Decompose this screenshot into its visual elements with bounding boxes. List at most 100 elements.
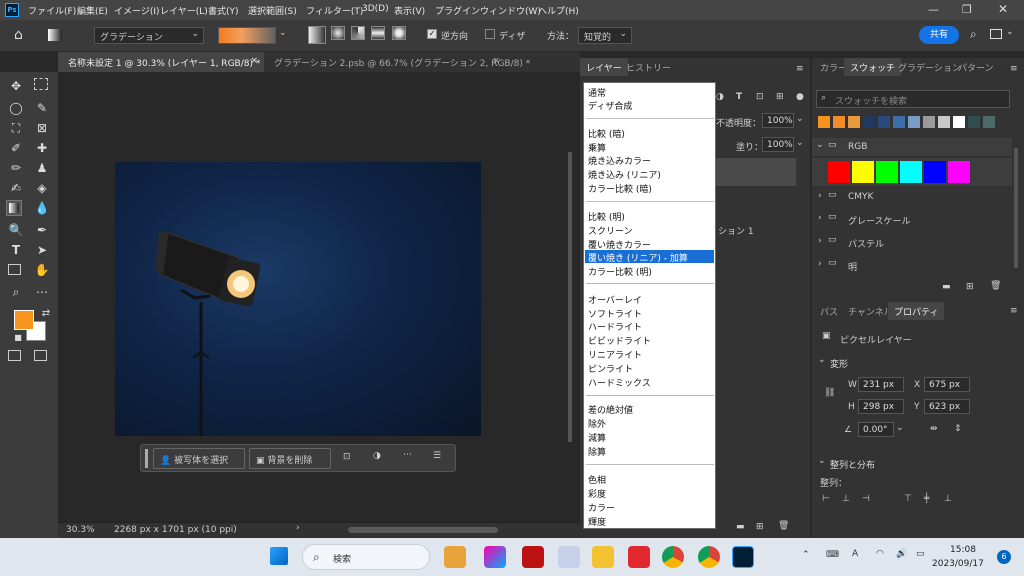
opacity-field[interactable]: 100%: [762, 113, 794, 128]
chrome-icon[interactable]: [662, 546, 684, 568]
workspace-chevron-icon[interactable]: ⌄: [1006, 27, 1014, 37]
tray-chevron-icon[interactable]: ⌃: [802, 550, 810, 560]
menu-filter[interactable]: フィルター(T): [306, 4, 363, 17]
notification-badge[interactable]: 6: [997, 550, 1011, 564]
y-field[interactable]: 623 px: [924, 399, 970, 414]
rgb-swatch[interactable]: [828, 161, 850, 183]
vertical-scrollbar[interactable]: [568, 152, 572, 442]
menu-view[interactable]: 表示(V): [394, 4, 425, 17]
menu-help[interactable]: ヘルプ(H): [538, 4, 579, 17]
healing-brush-tool-icon[interactable]: ✚: [34, 140, 50, 156]
creative-cloud-icon[interactable]: [628, 546, 650, 568]
swatch-group-pastel[interactable]: › ▭ パステル: [812, 233, 1012, 251]
filter-shape-icon[interactable]: ⊡: [756, 92, 764, 102]
align-top-icon[interactable]: ⊤: [904, 494, 912, 504]
swatch-group-cmyk[interactable]: › ▭ CMYK: [812, 188, 1012, 206]
link-icon[interactable]: ⛓: [824, 388, 835, 398]
search-icon[interactable]: ⌕: [970, 27, 977, 42]
align-middle-icon[interactable]: ╪: [924, 494, 929, 504]
settings-icon[interactable]: ☰: [433, 451, 441, 461]
blend-mode-item[interactable]: 比較 (明): [588, 210, 625, 223]
filter-smart-icon[interactable]: ⊞: [776, 92, 784, 102]
chevron-down-icon[interactable]: ⌄: [818, 456, 826, 466]
recent-swatch[interactable]: [833, 116, 845, 128]
close-icon[interactable]: ✕: [998, 2, 1008, 16]
close-icon[interactable]: ×: [250, 56, 258, 66]
layer-row-selected[interactable]: [716, 158, 796, 186]
rgb-swatch[interactable]: [876, 161, 898, 183]
gradient-preview[interactable]: [218, 27, 276, 44]
blend-mode-item[interactable]: 除算: [588, 445, 606, 458]
document-canvas[interactable]: [115, 162, 481, 436]
filter-adjust-icon[interactable]: ◑: [716, 92, 724, 102]
rgb-swatch[interactable]: [924, 161, 946, 183]
app-icon[interactable]: [558, 546, 580, 568]
chevron-down-icon[interactable]: ⌄: [818, 355, 826, 365]
quick-mask-icon[interactable]: [8, 350, 21, 361]
new-group-icon[interactable]: ▬: [736, 522, 745, 532]
layer-row[interactable]: ション 1: [716, 216, 796, 244]
select-subject-button[interactable]: 👤 被写体を選択: [153, 448, 245, 469]
x-field[interactable]: 675 px: [924, 377, 970, 392]
more-options-icon[interactable]: ⋯: [403, 450, 412, 460]
blend-mode-item[interactable]: スクリーン: [588, 224, 633, 237]
blend-mode-item[interactable]: 比較 (暗): [588, 127, 625, 140]
blur-tool-icon[interactable]: 💧: [34, 200, 50, 216]
move-tool-icon[interactable]: ✥: [8, 78, 24, 94]
swap-colors-icon[interactable]: ⇄: [38, 306, 54, 322]
blend-mode-item[interactable]: 除外: [588, 417, 606, 430]
crop-tool-icon[interactable]: ⛶: [8, 120, 24, 136]
menu-select[interactable]: 選択範囲(S): [248, 4, 297, 17]
align-center-icon[interactable]: ⊥: [842, 494, 850, 504]
filter-toggle-icon[interactable]: ●: [796, 92, 804, 102]
workspace-icon[interactable]: [990, 29, 1002, 39]
angle-gradient-icon[interactable]: [351, 26, 365, 40]
panel-menu-icon[interactable]: ≡: [796, 64, 804, 74]
wifi-icon[interactable]: ◠: [876, 549, 884, 559]
gradient-type-select[interactable]: グラデーション ⌄: [94, 27, 204, 44]
layer-row[interactable]: [716, 246, 796, 274]
rgb-swatch[interactable]: [948, 161, 970, 183]
align-bottom-icon[interactable]: ⊥: [944, 494, 952, 504]
fill-field[interactable]: 100%: [762, 137, 794, 152]
chevron-down-icon[interactable]: ⌄: [796, 138, 804, 148]
tab-untitled-1[interactable]: 名称未設定 1 @ 30.3% (レイヤー 1, RGB/8) * ×: [58, 52, 264, 72]
blend-mode-item[interactable]: カラー: [588, 501, 615, 514]
new-group-icon[interactable]: ▬: [942, 282, 951, 292]
frame-tool-icon[interactable]: ⊠: [34, 120, 50, 136]
keyboard-icon[interactable]: ⌨: [826, 550, 839, 560]
recent-swatch[interactable]: [878, 116, 890, 128]
stamp-tool-icon[interactable]: ♟: [34, 160, 50, 176]
file-explorer-icon[interactable]: [592, 546, 614, 568]
default-colors-icon[interactable]: ■: [10, 330, 26, 346]
tab-patterns[interactable]: パターン: [952, 58, 1000, 76]
dodge-tool-icon[interactable]: 🔍: [8, 222, 24, 238]
volume-icon[interactable]: 🔊: [896, 549, 907, 559]
layer-row[interactable]: [716, 188, 796, 216]
clock-date[interactable]: 2023/09/17: [932, 559, 984, 569]
share-button[interactable]: 共有: [919, 26, 959, 44]
status-chevron-icon[interactable]: ›: [296, 523, 300, 533]
photoshop-taskbar-icon[interactable]: [732, 546, 754, 568]
chevron-down-icon[interactable]: ⌄: [796, 114, 804, 124]
foreground-color-swatch[interactable]: [14, 310, 34, 330]
blend-mode-item[interactable]: 輝度: [588, 515, 606, 528]
path-select-tool-icon[interactable]: ➤: [34, 242, 50, 258]
drag-handle[interactable]: [145, 449, 148, 468]
blend-mode-item[interactable]: 彩度: [588, 487, 606, 500]
eraser-tool-icon[interactable]: ◈: [34, 180, 50, 196]
filezilla-app-icon[interactable]: [522, 546, 544, 568]
recent-swatch[interactable]: [968, 116, 980, 128]
horizontal-scrollbar[interactable]: [348, 527, 498, 533]
reverse-checkbox[interactable]: ✓: [427, 29, 437, 39]
menu-layer[interactable]: レイヤー(L): [160, 4, 208, 17]
object-select-tool-icon[interactable]: ✎: [34, 100, 50, 116]
blend-mode-item[interactable]: オーバーレイ: [588, 293, 642, 306]
blend-mode-item[interactable]: 乗算: [588, 141, 606, 154]
menu-3d[interactable]: 3D(D): [362, 4, 389, 14]
shape-tool-icon[interactable]: [8, 264, 21, 275]
angle-field[interactable]: 0.00°: [858, 422, 894, 437]
adjustment-icon[interactable]: ◑: [373, 451, 381, 461]
blend-mode-item[interactable]: ハードミックス: [588, 376, 651, 389]
tab-history[interactable]: ヒストリー: [620, 58, 677, 76]
